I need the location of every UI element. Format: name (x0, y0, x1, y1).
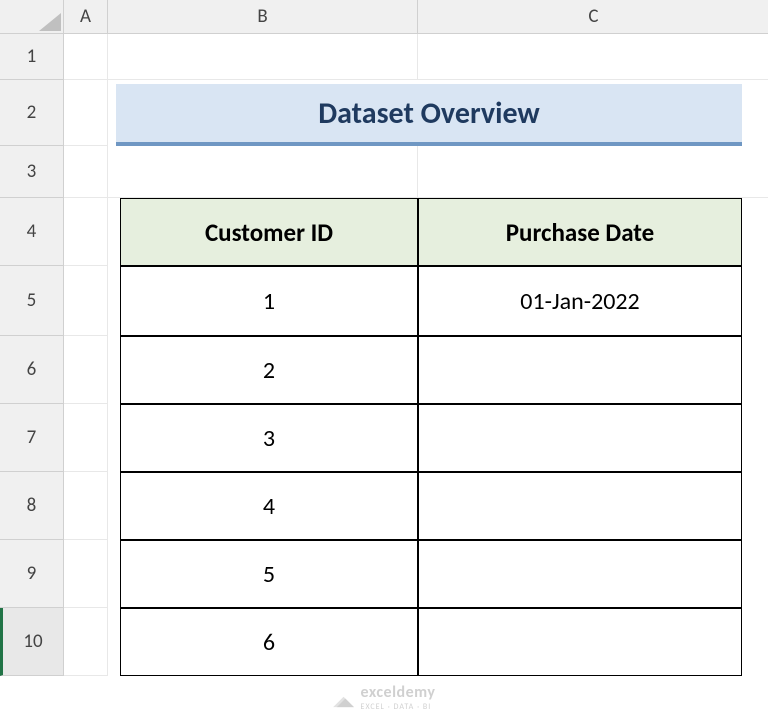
table-cell-id-3[interactable]: 3 (120, 404, 418, 472)
col-header-b[interactable]: B (108, 0, 418, 34)
table-cell-date-5[interactable] (418, 540, 742, 608)
table-cell-date-4[interactable] (418, 472, 742, 540)
row-header-8[interactable]: 8 (0, 472, 64, 540)
cell-a5[interactable] (64, 266, 108, 336)
watermark-text: exceldemy EXCEL · DATA · BI (361, 683, 436, 712)
row-header-1[interactable]: 1 (0, 34, 64, 80)
table-header-customer-id[interactable]: Customer ID (120, 198, 418, 266)
row-header-10[interactable]: 10 (0, 608, 64, 676)
col-header-c[interactable]: C (418, 0, 768, 34)
cell-b3[interactable] (108, 146, 418, 198)
dataset-title: Dataset Overview (116, 84, 742, 146)
row-header-7[interactable]: 7 (0, 404, 64, 472)
table-cell-date-3[interactable] (418, 404, 742, 472)
watermark-sub: EXCEL · DATA · BI (361, 702, 436, 712)
cell-c3[interactable] (418, 146, 768, 198)
table-cell-date-6[interactable] (418, 608, 742, 676)
cell-a2[interactable] (64, 80, 108, 146)
row-header-5[interactable]: 5 (0, 266, 64, 336)
cell-a4[interactable] (64, 198, 108, 266)
cell-a1[interactable] (64, 34, 108, 80)
table-cell-id-5[interactable]: 5 (120, 540, 418, 608)
cell-a3[interactable] (64, 146, 108, 198)
cell-b1[interactable] (108, 34, 418, 80)
cell-a8[interactable] (64, 472, 108, 540)
row-header-3[interactable]: 3 (0, 146, 64, 198)
select-all-corner[interactable] (0, 0, 64, 34)
watermark-main: exceldemy (361, 683, 436, 702)
table-cell-id-2[interactable]: 2 (120, 336, 418, 404)
table-cell-date-1[interactable]: 01-Jan-2022 (418, 266, 742, 336)
watermark: exceldemy EXCEL · DATA · BI (333, 683, 436, 712)
cell-c1[interactable] (418, 34, 768, 80)
cell-a9[interactable] (64, 540, 108, 608)
spreadsheet-grid: A B C 1 2 Dataset Overview 3 4 Customer … (0, 0, 768, 718)
exceldemy-logo-icon (333, 687, 355, 709)
title-merged-cell[interactable]: Dataset Overview (116, 84, 742, 146)
table-cell-id-6[interactable]: 6 (120, 608, 418, 676)
cell-a10[interactable] (64, 608, 108, 676)
row-header-6[interactable]: 6 (0, 336, 64, 404)
cell-a7[interactable] (64, 404, 108, 472)
col-header-a[interactable]: A (64, 0, 108, 34)
table-cell-id-4[interactable]: 4 (120, 472, 418, 540)
table-header-purchase-date[interactable]: Purchase Date (418, 198, 742, 266)
row-header-9[interactable]: 9 (0, 540, 64, 608)
row-header-4[interactable]: 4 (0, 198, 64, 266)
row-header-2[interactable]: 2 (0, 80, 64, 146)
table-cell-id-1[interactable]: 1 (120, 266, 418, 336)
table-cell-date-2[interactable] (418, 336, 742, 404)
cell-a6[interactable] (64, 336, 108, 404)
